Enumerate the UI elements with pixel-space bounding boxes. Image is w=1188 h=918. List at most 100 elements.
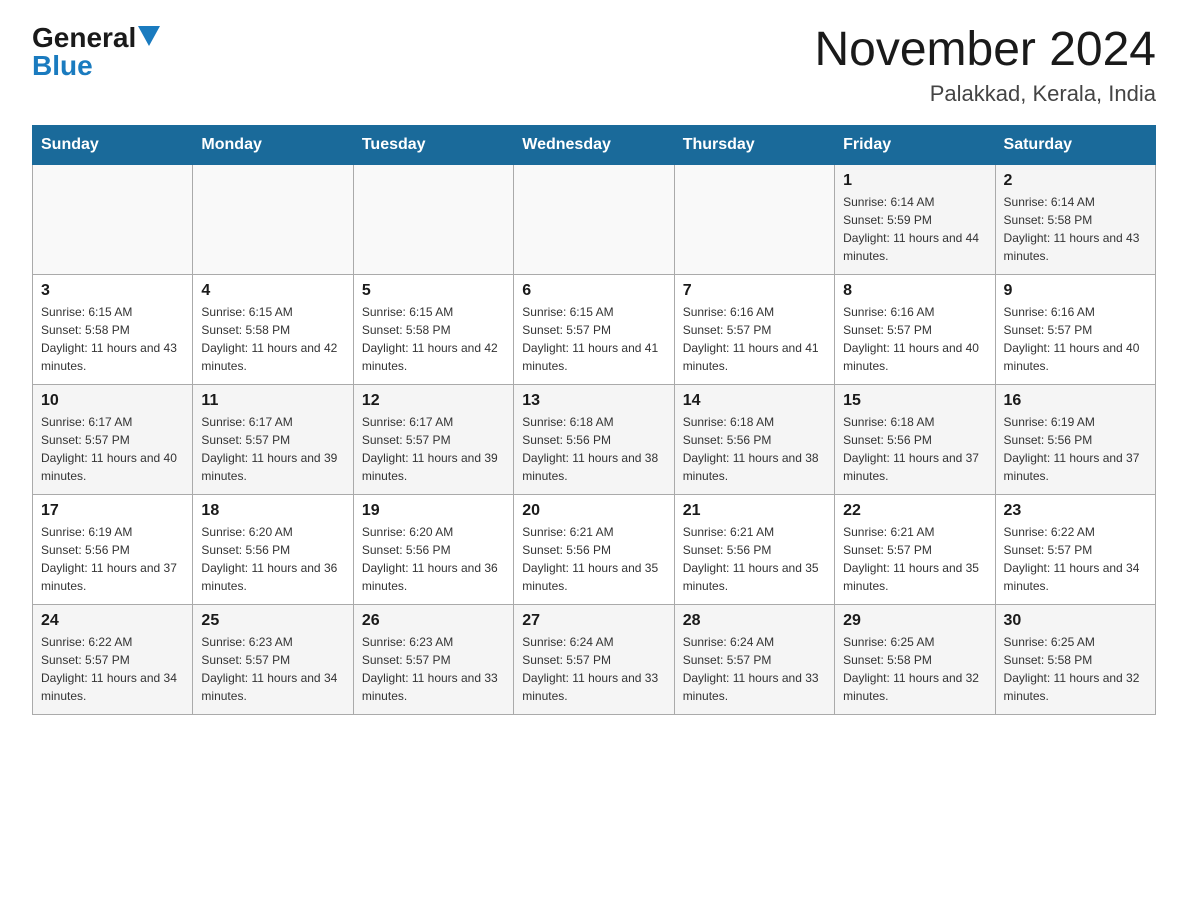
- calendar-cell: 21Sunrise: 6:21 AM Sunset: 5:56 PM Dayli…: [674, 494, 834, 604]
- calendar-cell: 18Sunrise: 6:20 AM Sunset: 5:56 PM Dayli…: [193, 494, 353, 604]
- day-number: 14: [683, 392, 826, 410]
- day-info: Sunrise: 6:22 AM Sunset: 5:57 PM Dayligh…: [1004, 523, 1147, 595]
- month-title: November 2024: [814, 24, 1156, 77]
- page-header: General Blue November 2024 Palakkad, Ker…: [32, 24, 1156, 107]
- day-number: 15: [843, 392, 986, 410]
- calendar-cell: [514, 164, 674, 274]
- day-info: Sunrise: 6:19 AM Sunset: 5:56 PM Dayligh…: [1004, 413, 1147, 485]
- calendar-week-row: 1Sunrise: 6:14 AM Sunset: 5:59 PM Daylig…: [33, 164, 1156, 274]
- day-number: 11: [201, 392, 344, 410]
- day-number: 23: [1004, 502, 1147, 520]
- day-info: Sunrise: 6:20 AM Sunset: 5:56 PM Dayligh…: [362, 523, 505, 595]
- calendar-cell: 14 Sunrise: 6:18 AM Sunset: 5:56 PM Dayli…: [674, 384, 834, 494]
- day-number: 29: [843, 612, 986, 630]
- weekday-header-saturday: Saturday: [995, 125, 1155, 164]
- weekday-header-thursday: Thursday: [674, 125, 834, 164]
- calendar-cell: 5 Sunrise: 6:15 AM Sunset: 5:58 PM Daylig…: [353, 274, 513, 384]
- day-info: Sunrise: 6:15 AM Sunset: 5:58 PM Dayligh…: [362, 303, 505, 375]
- calendar-cell: 25 Sunrise: 6:23 AM Sunset: 5:57 PM Dayli…: [193, 604, 353, 714]
- weekday-header-tuesday: Tuesday: [353, 125, 513, 164]
- calendar-cell: 3 Sunrise: 6:15 AM Sunset: 5:58 PM Daylig…: [33, 274, 193, 384]
- calendar-week-row: 10 Sunrise: 6:17 AM Sunset: 5:57 PM Dayli…: [33, 384, 1156, 494]
- location-title: Palakkad, Kerala, India: [814, 81, 1156, 107]
- calendar-cell: 24Sunrise: 6:22 AM Sunset: 5:57 PM Dayli…: [33, 604, 193, 714]
- day-info: Sunrise: 6:25 AM Sunset: 5:58 PM Dayligh…: [843, 633, 986, 705]
- calendar-cell: 7Sunrise: 6:16 AM Sunset: 5:57 PM Daylig…: [674, 274, 834, 384]
- day-info: Sunrise: 6:16 AM Sunset: 5:57 PM Dayligh…: [1004, 303, 1147, 375]
- day-number: 9: [1004, 282, 1147, 300]
- calendar-cell: [33, 164, 193, 274]
- calendar-cell: 2 Sunrise: 6:14 AM Sunset: 5:58 PM Daylig…: [995, 164, 1155, 274]
- day-number: 4: [201, 282, 344, 300]
- day-number: 17: [41, 502, 184, 520]
- day-number: 3: [41, 282, 184, 300]
- calendar-cell: 6 Sunrise: 6:15 AM Sunset: 5:57 PM Daylig…: [514, 274, 674, 384]
- calendar-cell: 9 Sunrise: 6:16 AM Sunset: 5:57 PM Daylig…: [995, 274, 1155, 384]
- calendar-cell: [193, 164, 353, 274]
- day-info: Sunrise: 6:17 AM Sunset: 5:57 PM Dayligh…: [201, 413, 344, 485]
- day-number: 19: [362, 502, 505, 520]
- weekday-header-sunday: Sunday: [33, 125, 193, 164]
- logo-general-text: General: [32, 24, 136, 52]
- day-info: Sunrise: 6:23 AM Sunset: 5:57 PM Dayligh…: [201, 633, 344, 705]
- title-block: November 2024 Palakkad, Kerala, India: [814, 24, 1156, 107]
- day-number: 18: [201, 502, 344, 520]
- calendar-cell: 1Sunrise: 6:14 AM Sunset: 5:59 PM Daylig…: [835, 164, 995, 274]
- day-number: 10: [41, 392, 184, 410]
- weekday-header-row: SundayMondayTuesdayWednesdayThursdayFrid…: [33, 125, 1156, 164]
- calendar-cell: 15 Sunrise: 6:18 AM Sunset: 5:56 PM Dayli…: [835, 384, 995, 494]
- day-info: Sunrise: 6:15 AM Sunset: 5:58 PM Dayligh…: [41, 303, 184, 375]
- day-info: Sunrise: 6:18 AM Sunset: 5:56 PM Dayligh…: [683, 413, 826, 485]
- day-number: 5: [362, 282, 505, 300]
- logo-triangle-icon: [138, 26, 160, 46]
- calendar-table: SundayMondayTuesdayWednesdayThursdayFrid…: [32, 125, 1156, 715]
- weekday-header-monday: Monday: [193, 125, 353, 164]
- calendar-cell: 8 Sunrise: 6:16 AM Sunset: 5:57 PM Daylig…: [835, 274, 995, 384]
- day-number: 25: [201, 612, 344, 630]
- day-number: 12: [362, 392, 505, 410]
- calendar-cell: 16 Sunrise: 6:19 AM Sunset: 5:56 PM Dayli…: [995, 384, 1155, 494]
- day-info: Sunrise: 6:21 AM Sunset: 5:56 PM Dayligh…: [683, 523, 826, 595]
- weekday-header-friday: Friday: [835, 125, 995, 164]
- day-info: Sunrise: 6:21 AM Sunset: 5:56 PM Dayligh…: [522, 523, 665, 595]
- day-info: Sunrise: 6:18 AM Sunset: 5:56 PM Dayligh…: [843, 413, 986, 485]
- day-number: 27: [522, 612, 665, 630]
- day-number: 20: [522, 502, 665, 520]
- day-info: Sunrise: 6:25 AM Sunset: 5:58 PM Dayligh…: [1004, 633, 1147, 705]
- day-info: Sunrise: 6:18 AM Sunset: 5:56 PM Dayligh…: [522, 413, 665, 485]
- day-info: Sunrise: 6:16 AM Sunset: 5:57 PM Dayligh…: [843, 303, 986, 375]
- day-info: Sunrise: 6:19 AM Sunset: 5:56 PM Dayligh…: [41, 523, 184, 595]
- day-number: 7: [683, 282, 826, 300]
- day-number: 26: [362, 612, 505, 630]
- day-info: Sunrise: 6:15 AM Sunset: 5:57 PM Dayligh…: [522, 303, 665, 375]
- calendar-cell: 12 Sunrise: 6:17 AM Sunset: 5:57 PM Dayli…: [353, 384, 513, 494]
- day-number: 8: [843, 282, 986, 300]
- day-number: 2: [1004, 172, 1147, 190]
- calendar-cell: 4 Sunrise: 6:15 AM Sunset: 5:58 PM Daylig…: [193, 274, 353, 384]
- weekday-header-wednesday: Wednesday: [514, 125, 674, 164]
- calendar-cell: [674, 164, 834, 274]
- calendar-cell: 26Sunrise: 6:23 AM Sunset: 5:57 PM Dayli…: [353, 604, 513, 714]
- day-info: Sunrise: 6:15 AM Sunset: 5:58 PM Dayligh…: [201, 303, 344, 375]
- calendar-cell: 19 Sunrise: 6:20 AM Sunset: 5:56 PM Dayli…: [353, 494, 513, 604]
- calendar-cell: 17 Sunrise: 6:19 AM Sunset: 5:56 PM Dayli…: [33, 494, 193, 604]
- day-number: 28: [683, 612, 826, 630]
- calendar-cell: 10 Sunrise: 6:17 AM Sunset: 5:57 PM Dayli…: [33, 384, 193, 494]
- calendar-week-row: 3 Sunrise: 6:15 AM Sunset: 5:58 PM Daylig…: [33, 274, 1156, 384]
- calendar-cell: 23 Sunrise: 6:22 AM Sunset: 5:57 PM Dayli…: [995, 494, 1155, 604]
- calendar-cell: 22Sunrise: 6:21 AM Sunset: 5:57 PM Dayli…: [835, 494, 995, 604]
- calendar-cell: 29 Sunrise: 6:25 AM Sunset: 5:58 PM Dayli…: [835, 604, 995, 714]
- day-info: Sunrise: 6:21 AM Sunset: 5:57 PM Dayligh…: [843, 523, 986, 595]
- day-number: 13: [522, 392, 665, 410]
- day-number: 16: [1004, 392, 1147, 410]
- calendar-cell: 20 Sunrise: 6:21 AM Sunset: 5:56 PM Dayli…: [514, 494, 674, 604]
- day-info: Sunrise: 6:14 AM Sunset: 5:58 PM Dayligh…: [1004, 193, 1147, 265]
- calendar-cell: 30Sunrise: 6:25 AM Sunset: 5:58 PM Dayli…: [995, 604, 1155, 714]
- day-info: Sunrise: 6:17 AM Sunset: 5:57 PM Dayligh…: [41, 413, 184, 485]
- calendar-cell: 28Sunrise: 6:24 AM Sunset: 5:57 PM Dayli…: [674, 604, 834, 714]
- day-info: Sunrise: 6:22 AM Sunset: 5:57 PM Dayligh…: [41, 633, 184, 705]
- day-number: 6: [522, 282, 665, 300]
- day-info: Sunrise: 6:24 AM Sunset: 5:57 PM Dayligh…: [522, 633, 665, 705]
- calendar-cell: 27 Sunrise: 6:24 AM Sunset: 5:57 PM Dayli…: [514, 604, 674, 714]
- day-info: Sunrise: 6:17 AM Sunset: 5:57 PM Dayligh…: [362, 413, 505, 485]
